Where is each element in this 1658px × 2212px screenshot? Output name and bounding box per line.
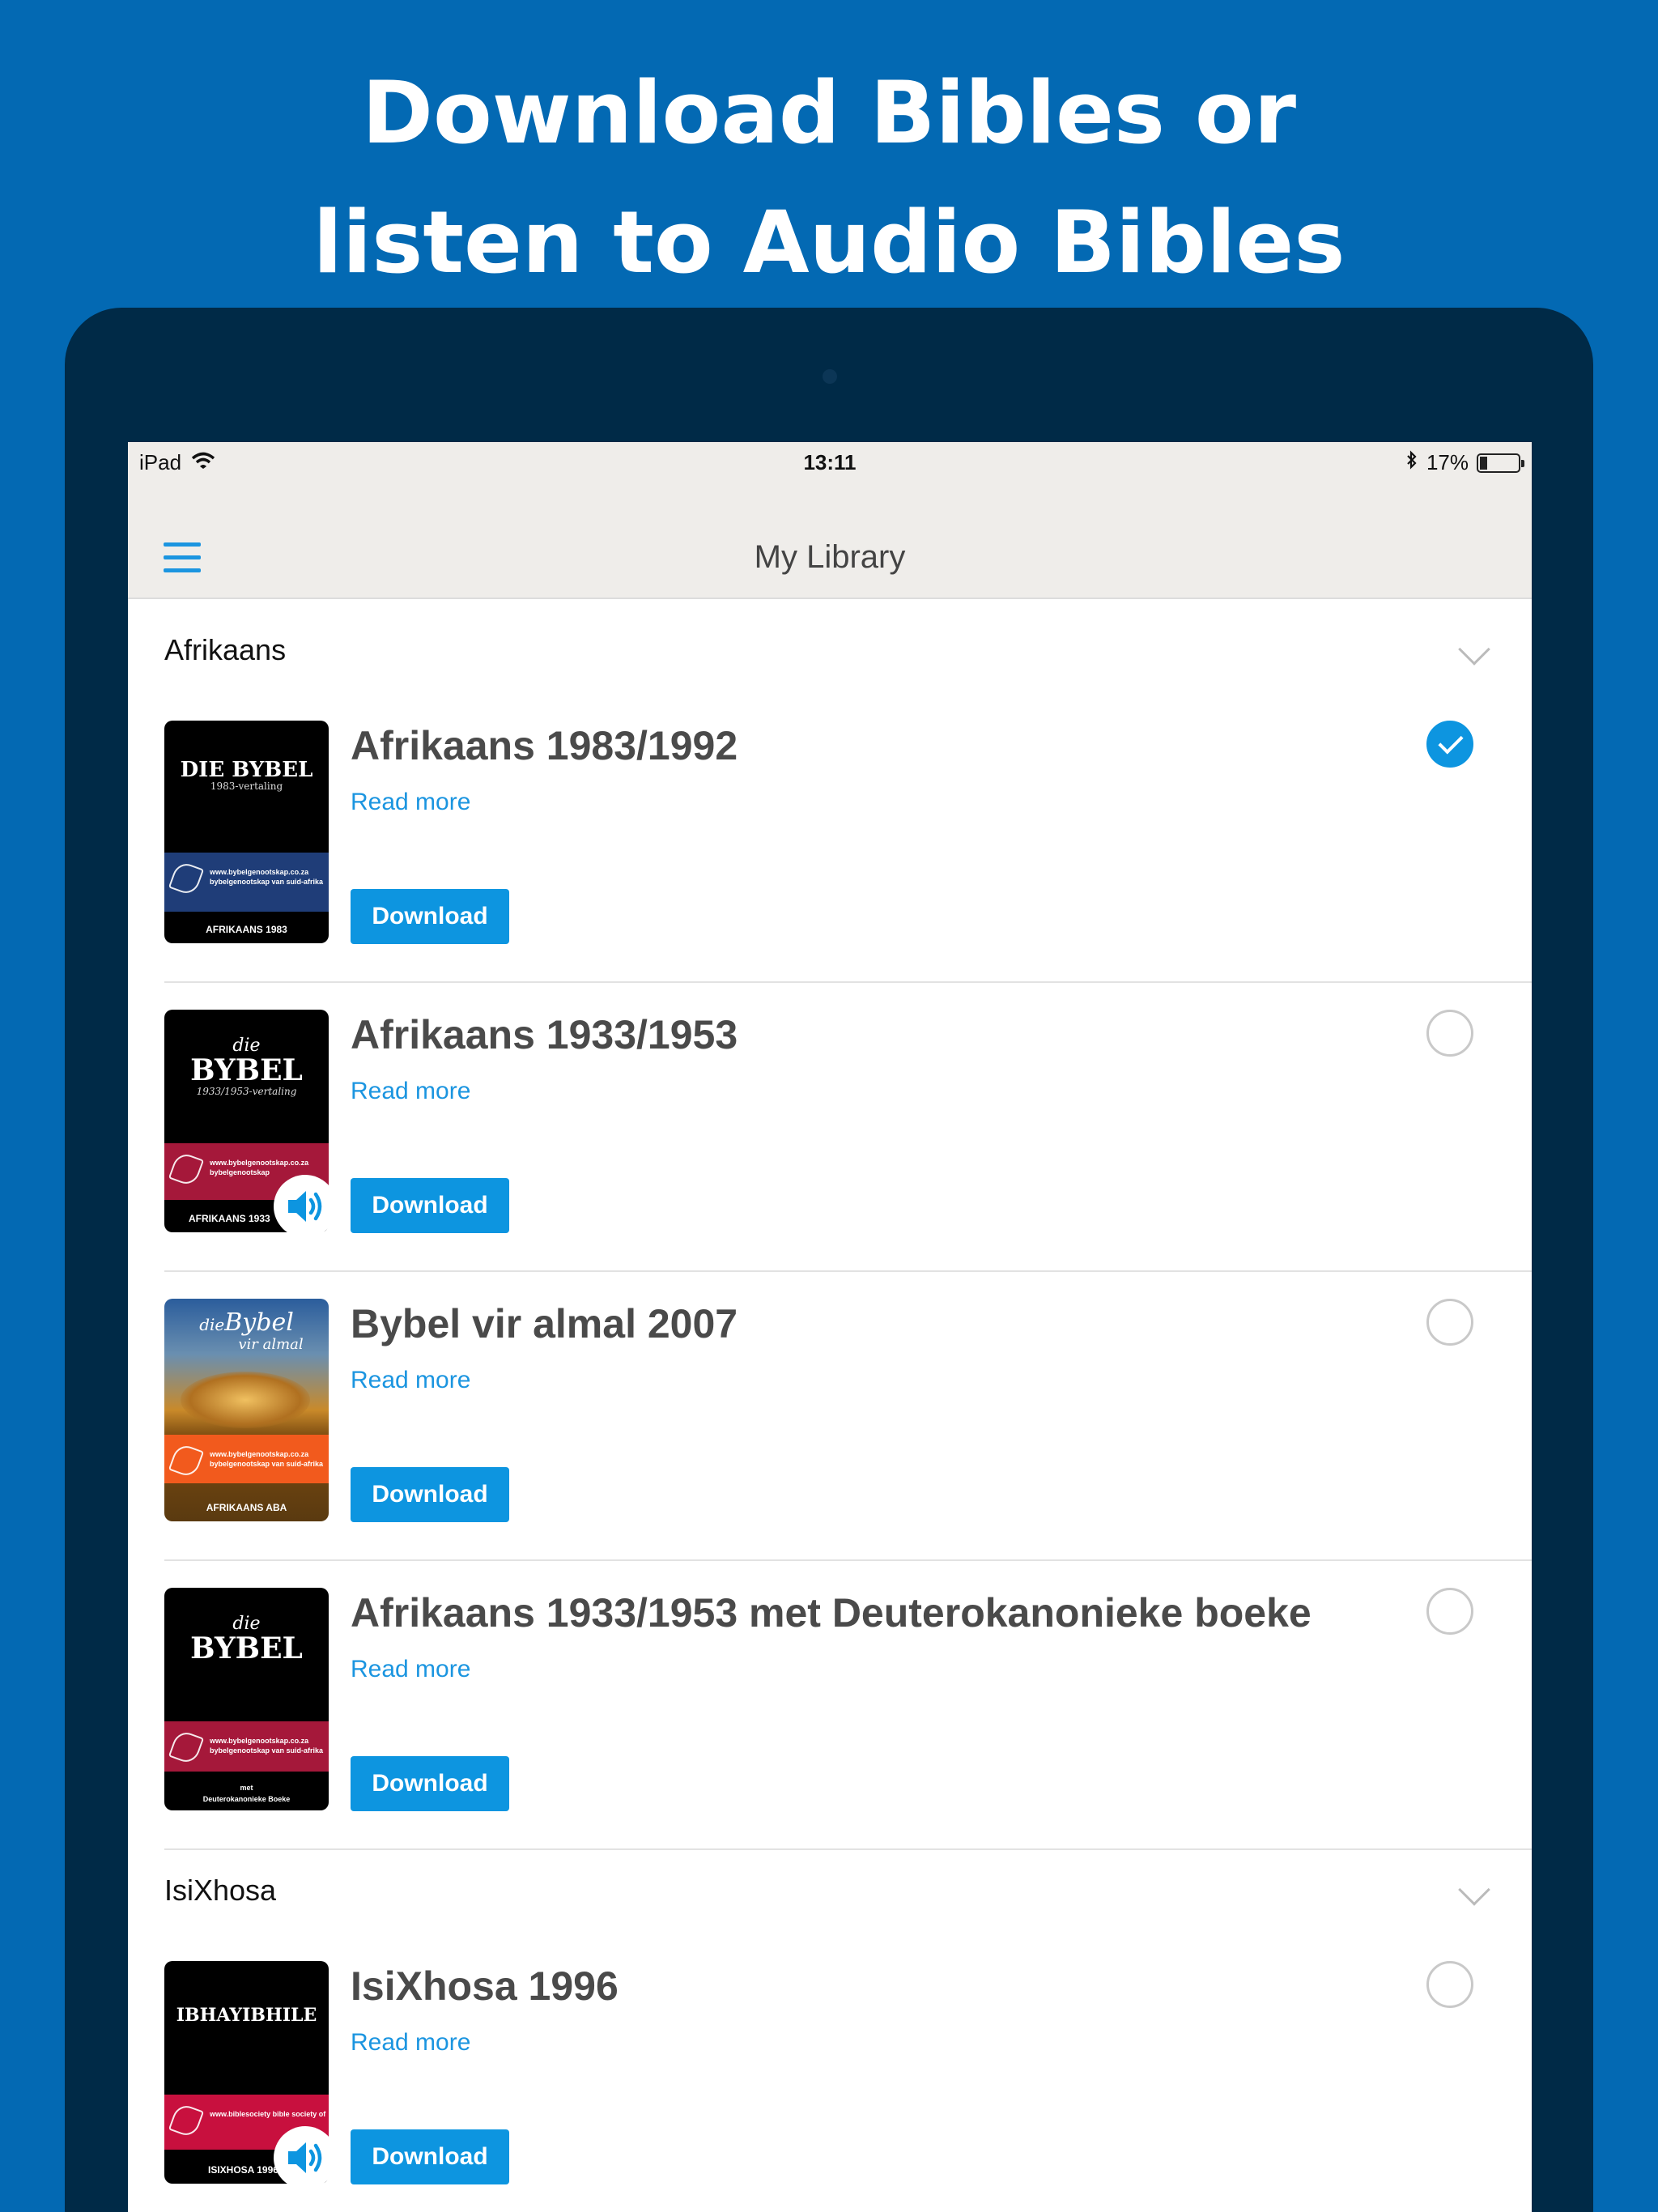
cover-subtitle: vir almal — [238, 1336, 304, 1353]
cover-title-block: dieBybel — [164, 1308, 329, 1337]
select-radio[interactable] — [1426, 1010, 1473, 1057]
cover-url: www.biblesociety bible society of — [210, 2110, 326, 2118]
cover-band: www.bybelgenootskap.co.za bybelgenootska… — [164, 1435, 329, 1483]
society-logo-icon — [168, 860, 205, 897]
bible-title: IsiXhosa 1996 — [351, 1963, 619, 2009]
speaker-icon — [274, 1175, 337, 1238]
speaker-icon — [274, 2126, 337, 2189]
read-more-link[interactable]: Read more — [351, 1656, 470, 1683]
society-logo-icon — [168, 1442, 205, 1479]
headline-line-2: listen to Audio Bibles — [312, 193, 1346, 292]
bluetooth-icon — [1405, 450, 1418, 475]
cover-url: www.bybelgenootskap.co.za bybelgenootska… — [210, 868, 324, 886]
bible-cover: die BYBEL www.bybelgenootskap.co.za bybe… — [164, 1588, 329, 1810]
divider — [164, 1559, 1532, 1561]
read-more-link[interactable]: Read more — [351, 1078, 470, 1105]
cover-url: www.bybelgenootskap.co.za bybelgenootska… — [210, 1450, 324, 1468]
select-radio[interactable] — [1426, 1299, 1473, 1346]
society-logo-icon — [168, 1729, 205, 1766]
divider — [164, 981, 1532, 983]
status-time: 13:11 — [803, 450, 857, 474]
select-radio[interactable] — [1426, 1588, 1473, 1635]
divider — [164, 1848, 1532, 1850]
society-logo-icon — [168, 1151, 205, 1188]
list-item: die BYBEL 1933/1953-vertaling www.bybelg… — [128, 1010, 1532, 1299]
cover-label: AFRIKAANS 1983 — [206, 924, 287, 935]
download-button[interactable]: Download — [351, 1756, 509, 1811]
list-item: die BYBEL www.bybelgenootskap.co.za bybe… — [128, 1588, 1532, 1877]
download-button[interactable]: Download — [351, 1467, 509, 1522]
cover-title: IBHAYIBHILE — [176, 2005, 317, 2026]
cover-url: www.bybelgenootskap.co.za bybelgenootska… — [210, 1737, 324, 1755]
society-logo-icon — [168, 2102, 205, 2139]
cover-label-line-2: Deuterokanonieke Boeke — [202, 1795, 291, 1803]
cover-title-small: die — [199, 1315, 225, 1334]
status-bar: iPad 13:11 17% — [128, 442, 1532, 481]
chevron-down-icon[interactable] — [1458, 1874, 1490, 1906]
cover-title: Bybel — [224, 1308, 294, 1337]
camera-dot — [823, 369, 837, 384]
bible-cover: DIE BYBEL 1983-vertaling www.bybelgenoot… — [164, 721, 329, 943]
cover-band: www.bybelgenootskap.co.za bybelgenootska… — [164, 1721, 329, 1772]
cover-subtitle: 1933/1953-vertaling — [196, 1086, 297, 1097]
ipad-screen: iPad 13:11 17% My Library Afrikaans DIE … — [128, 442, 1532, 2212]
list-item: IBHAYIBHILE www.biblesociety bible socie… — [128, 1961, 1532, 2212]
wheat-image — [181, 1372, 310, 1428]
select-radio[interactable] — [1426, 721, 1473, 768]
list-item: dieBybel vir almal www.bybelgenootskap.c… — [128, 1299, 1532, 1588]
read-more-link[interactable]: Read more — [351, 2029, 470, 2057]
bible-title: Bybel vir almal 2007 — [351, 1301, 738, 1346]
cover-label: AFRIKAANS ABA — [206, 1502, 287, 1513]
read-more-link[interactable]: Read more — [351, 789, 470, 816]
section-header-isixhosa[interactable]: IsiXhosa — [164, 1874, 276, 1908]
page-title: My Library — [754, 539, 906, 575]
bible-cover: dieBybel vir almal www.bybelgenootskap.c… — [164, 1299, 329, 1521]
chevron-down-icon[interactable] — [1458, 633, 1490, 666]
cover-url: www.bybelgenootskap.co.za bybelgenootska… — [210, 1159, 309, 1176]
cover-label-line-1: met — [240, 1784, 253, 1792]
nav-bar: My Library — [128, 481, 1532, 599]
bible-title: Afrikaans 1933/1953 met Deuterokanonieke… — [351, 1590, 1312, 1636]
read-more-link[interactable]: Read more — [351, 1367, 470, 1394]
cover-title: BYBEL — [190, 1631, 303, 1665]
download-button[interactable]: Download — [351, 1178, 509, 1233]
battery-icon — [1477, 453, 1524, 473]
cover-band: www.bybelgenootskap.co.za bybelgenootska… — [164, 853, 329, 912]
cover-subtitle: 1983-vertaling — [210, 781, 283, 792]
battery-percent: 17% — [1426, 450, 1469, 474]
download-button[interactable]: Download — [351, 2129, 509, 2184]
bible-title: Afrikaans 1933/1953 — [351, 1012, 738, 1057]
section-header-afrikaans[interactable]: Afrikaans — [164, 633, 286, 667]
select-radio[interactable] — [1426, 1961, 1473, 2008]
divider — [164, 1270, 1532, 1272]
list-item: DIE BYBEL 1983-vertaling www.bybelgenoot… — [128, 721, 1532, 1010]
download-button[interactable]: Download — [351, 889, 509, 944]
cover-title: DIE BYBEL — [180, 758, 313, 782]
headline-line-1: Download Bibles or — [362, 63, 1296, 163]
cover-title: BYBEL — [190, 1053, 303, 1087]
bible-title: Afrikaans 1983/1992 — [351, 723, 738, 768]
